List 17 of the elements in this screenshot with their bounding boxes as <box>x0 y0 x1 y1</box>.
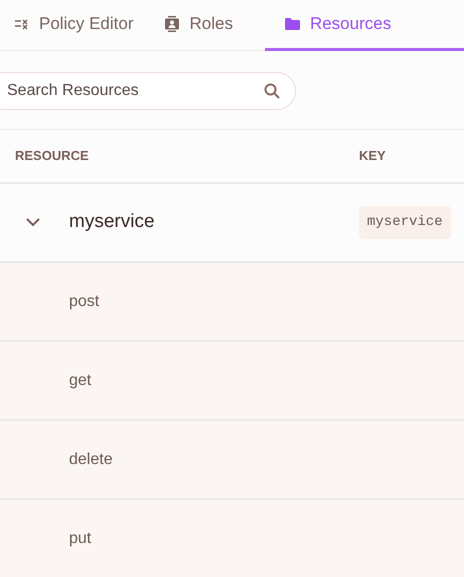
key-code: myservice <box>359 206 451 239</box>
search-icon <box>264 83 280 100</box>
folder-icon <box>284 18 300 30</box>
resource-name: put <box>69 528 92 548</box>
resource-name: delete <box>69 450 113 470</box>
resource-name: get <box>69 370 92 390</box>
column-header: KEY <box>359 147 387 166</box>
resource-name: myservice <box>69 210 155 234</box>
tab[interactable]: Resources <box>264 0 464 52</box>
contact-card-icon <box>165 16 180 32</box>
tab[interactable]: Policy Editor <box>15 0 134 52</box>
search-field[interactable]: Search Resources <box>0 72 296 110</box>
checklist-icon <box>15 18 29 30</box>
column-header: RESOURCE <box>14 147 90 166</box>
tab[interactable]: Roles <box>165 0 233 52</box>
resource-name: post <box>69 292 100 312</box>
chevron-down-icon <box>26 218 40 227</box>
